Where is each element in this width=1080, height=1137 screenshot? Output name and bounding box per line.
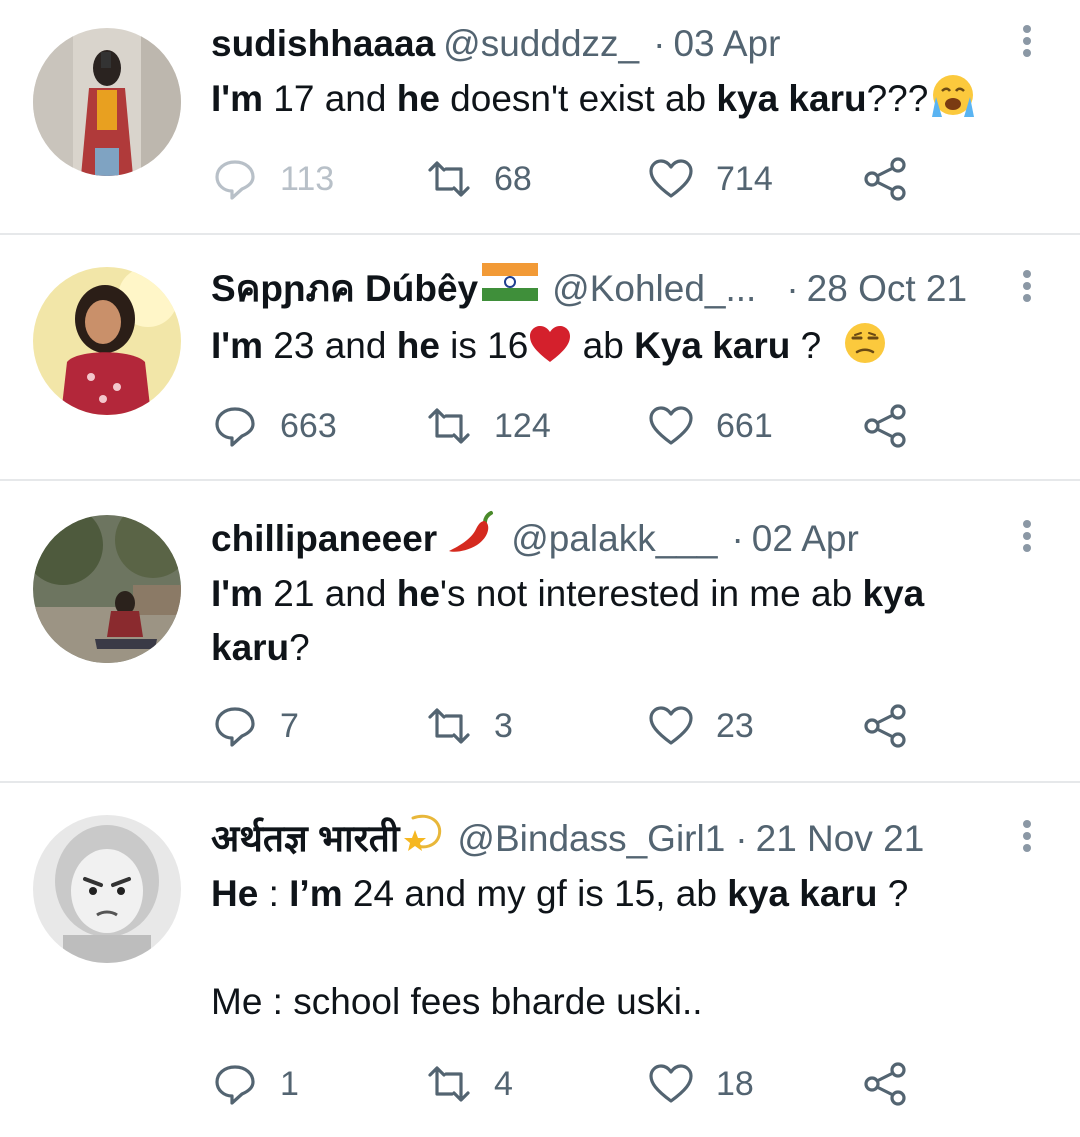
tweet-header: sudishhaaaa @sudddzz_ · 03 Apr (211, 18, 990, 70)
separator-dot: · (653, 23, 666, 64)
tweet-header: अर्थतज्ञ भारती @Bindass_Girl1 · 21 Nov 2… (211, 813, 990, 865)
red-heart-icon (528, 325, 572, 366)
like-count: 661 (716, 406, 773, 445)
display-name[interactable]: chillipaneeer (211, 513, 437, 565)
tweet-date[interactable]: 21 Nov 21 (756, 813, 925, 865)
user-handle[interactable]: @Kohled_... (552, 263, 756, 315)
reply-icon (215, 1065, 255, 1105)
retweet-button[interactable]: 3 (426, 703, 513, 749)
like-button[interactable]: 661 (648, 403, 773, 449)
tweet-actions: 663 124 661 (212, 403, 932, 449)
share-icon (864, 404, 906, 448)
reply-count: 7 (280, 706, 299, 745)
share-icon (864, 157, 906, 201)
like-button[interactable]: 714 (648, 156, 773, 202)
tweet-text-line: I'm 17 and he doesn't exist ab kya karu?… (211, 72, 1010, 126)
tweet-actions: 113 68 714 (212, 156, 932, 202)
tweet[interactable]: Sคрɲภค Dúbêy @Kohled_... · 28 Oct 21 I'm… (0, 235, 1080, 481)
reply-button[interactable]: 7 (212, 703, 299, 749)
retweet-count: 68 (494, 159, 532, 198)
user-handle[interactable]: @sudddzz_ (443, 18, 639, 70)
reply-button[interactable]: 1 (212, 1061, 299, 1107)
retweet-icon (428, 708, 470, 744)
reply-count: 1 (280, 1064, 299, 1103)
share-button[interactable] (862, 1061, 908, 1107)
heart-icon (649, 406, 693, 445)
tweet-date[interactable]: 03 Apr (673, 18, 780, 70)
retweet-button[interactable]: 4 (426, 1061, 513, 1107)
reply-button[interactable]: 663 (212, 403, 337, 449)
india-flag-icon (482, 263, 539, 315)
heart-icon (649, 159, 693, 198)
retweet-button[interactable]: 68 (426, 156, 532, 202)
user-handle[interactable]: @Bindass_Girl1 (457, 813, 725, 865)
separator-dot: · (731, 518, 744, 559)
tweet-actions: 7 3 23 (212, 703, 932, 749)
tweet-date[interactable]: 28 Oct 21 (807, 263, 967, 315)
more-options-icon[interactable] (1020, 267, 1034, 311)
retweet-icon (428, 408, 470, 444)
separator-dot: · (735, 818, 748, 859)
tweet-text-line (211, 921, 1010, 975)
tweet-header: Sคрɲภค Dúbêy @Kohled_... · 28 Oct 21 (211, 263, 990, 315)
dizzy-star-icon (399, 810, 445, 868)
tweet-text: I'm 17 and he doesn't exist ab kya karu?… (211, 72, 1010, 126)
more-options-icon[interactable] (1020, 22, 1034, 66)
display-name[interactable]: sudishhaaaa (211, 18, 435, 70)
reply-icon (215, 707, 255, 747)
share-icon (864, 704, 906, 748)
share-button[interactable] (862, 703, 908, 749)
hot-pepper-icon (447, 509, 497, 569)
like-button[interactable]: 18 (648, 1061, 754, 1107)
reply-icon (215, 407, 255, 447)
avatar[interactable] (33, 515, 181, 663)
tweet-text-line: karu? (211, 627, 310, 668)
tweet[interactable]: sudishhaaaa @sudddzz_ · 03 Apr I'm 17 an… (0, 0, 1080, 235)
tweet-text: He : I’m 24 and my gf is 15, ab kya karu… (211, 867, 1010, 1029)
reply-button[interactable]: 113 (212, 156, 334, 202)
tweet[interactable]: अर्थतज्ञ भारती @Bindass_Girl1 · 21 Nov 2… (0, 783, 1080, 1137)
share-icon (864, 1062, 906, 1106)
tweet-text-line: I'm 21 and he's not interested in me ab … (211, 573, 925, 614)
tweet-text-line: He : I’m 24 and my gf is 15, ab kya karu… (211, 873, 909, 914)
like-count: 18 (716, 1064, 754, 1103)
tweet-text: I'm 21 and he's not interested in me ab … (211, 567, 1010, 675)
unamused-face-icon (832, 323, 888, 366)
retweet-count: 4 (494, 1064, 513, 1103)
tweet-date[interactable]: 02 Apr (752, 513, 859, 565)
tweet-text-line: Me : school fees bharde uski.. (211, 981, 703, 1022)
heart-icon (649, 1064, 693, 1103)
like-count: 714 (716, 159, 773, 198)
like-count: 23 (716, 706, 754, 745)
avatar[interactable] (33, 815, 181, 963)
more-options-icon[interactable] (1020, 517, 1034, 561)
retweet-icon (428, 161, 470, 197)
tweet-actions: 1 4 18 (212, 1061, 932, 1107)
reply-icon (215, 160, 255, 200)
more-options-icon[interactable] (1020, 817, 1034, 861)
display-name[interactable]: Sคрɲภค Dúbêy (211, 263, 478, 315)
separator-dot: · (786, 268, 799, 309)
retweet-icon (428, 1066, 470, 1102)
user-handle[interactable]: @palakk___ (511, 513, 717, 565)
tweet-text: I'm 23 and he is 16 ab Kya karu ? (211, 319, 1010, 373)
tweet-header: chillipaneeer @palakk___ · 02 Apr (211, 511, 990, 565)
retweet-count: 3 (494, 706, 513, 745)
retweet-count: 124 (494, 406, 551, 445)
display-name[interactable]: अर्थतज्ञ भारती (211, 813, 399, 865)
like-button[interactable]: 23 (648, 703, 754, 749)
tweet-text-line: I'm 23 and he is 16 ab Kya karu ? (211, 319, 1010, 373)
tweet[interactable]: chillipaneeer @palakk___ · 02 Apr I'm 21… (0, 481, 1080, 783)
reply-count: 663 (280, 406, 337, 445)
retweet-button[interactable]: 124 (426, 403, 551, 449)
avatar[interactable] (33, 28, 181, 176)
share-button[interactable] (862, 403, 908, 449)
heart-icon (649, 706, 693, 745)
reply-count: 113 (280, 159, 335, 198)
share-button[interactable] (862, 156, 908, 202)
avatar[interactable] (33, 267, 181, 415)
